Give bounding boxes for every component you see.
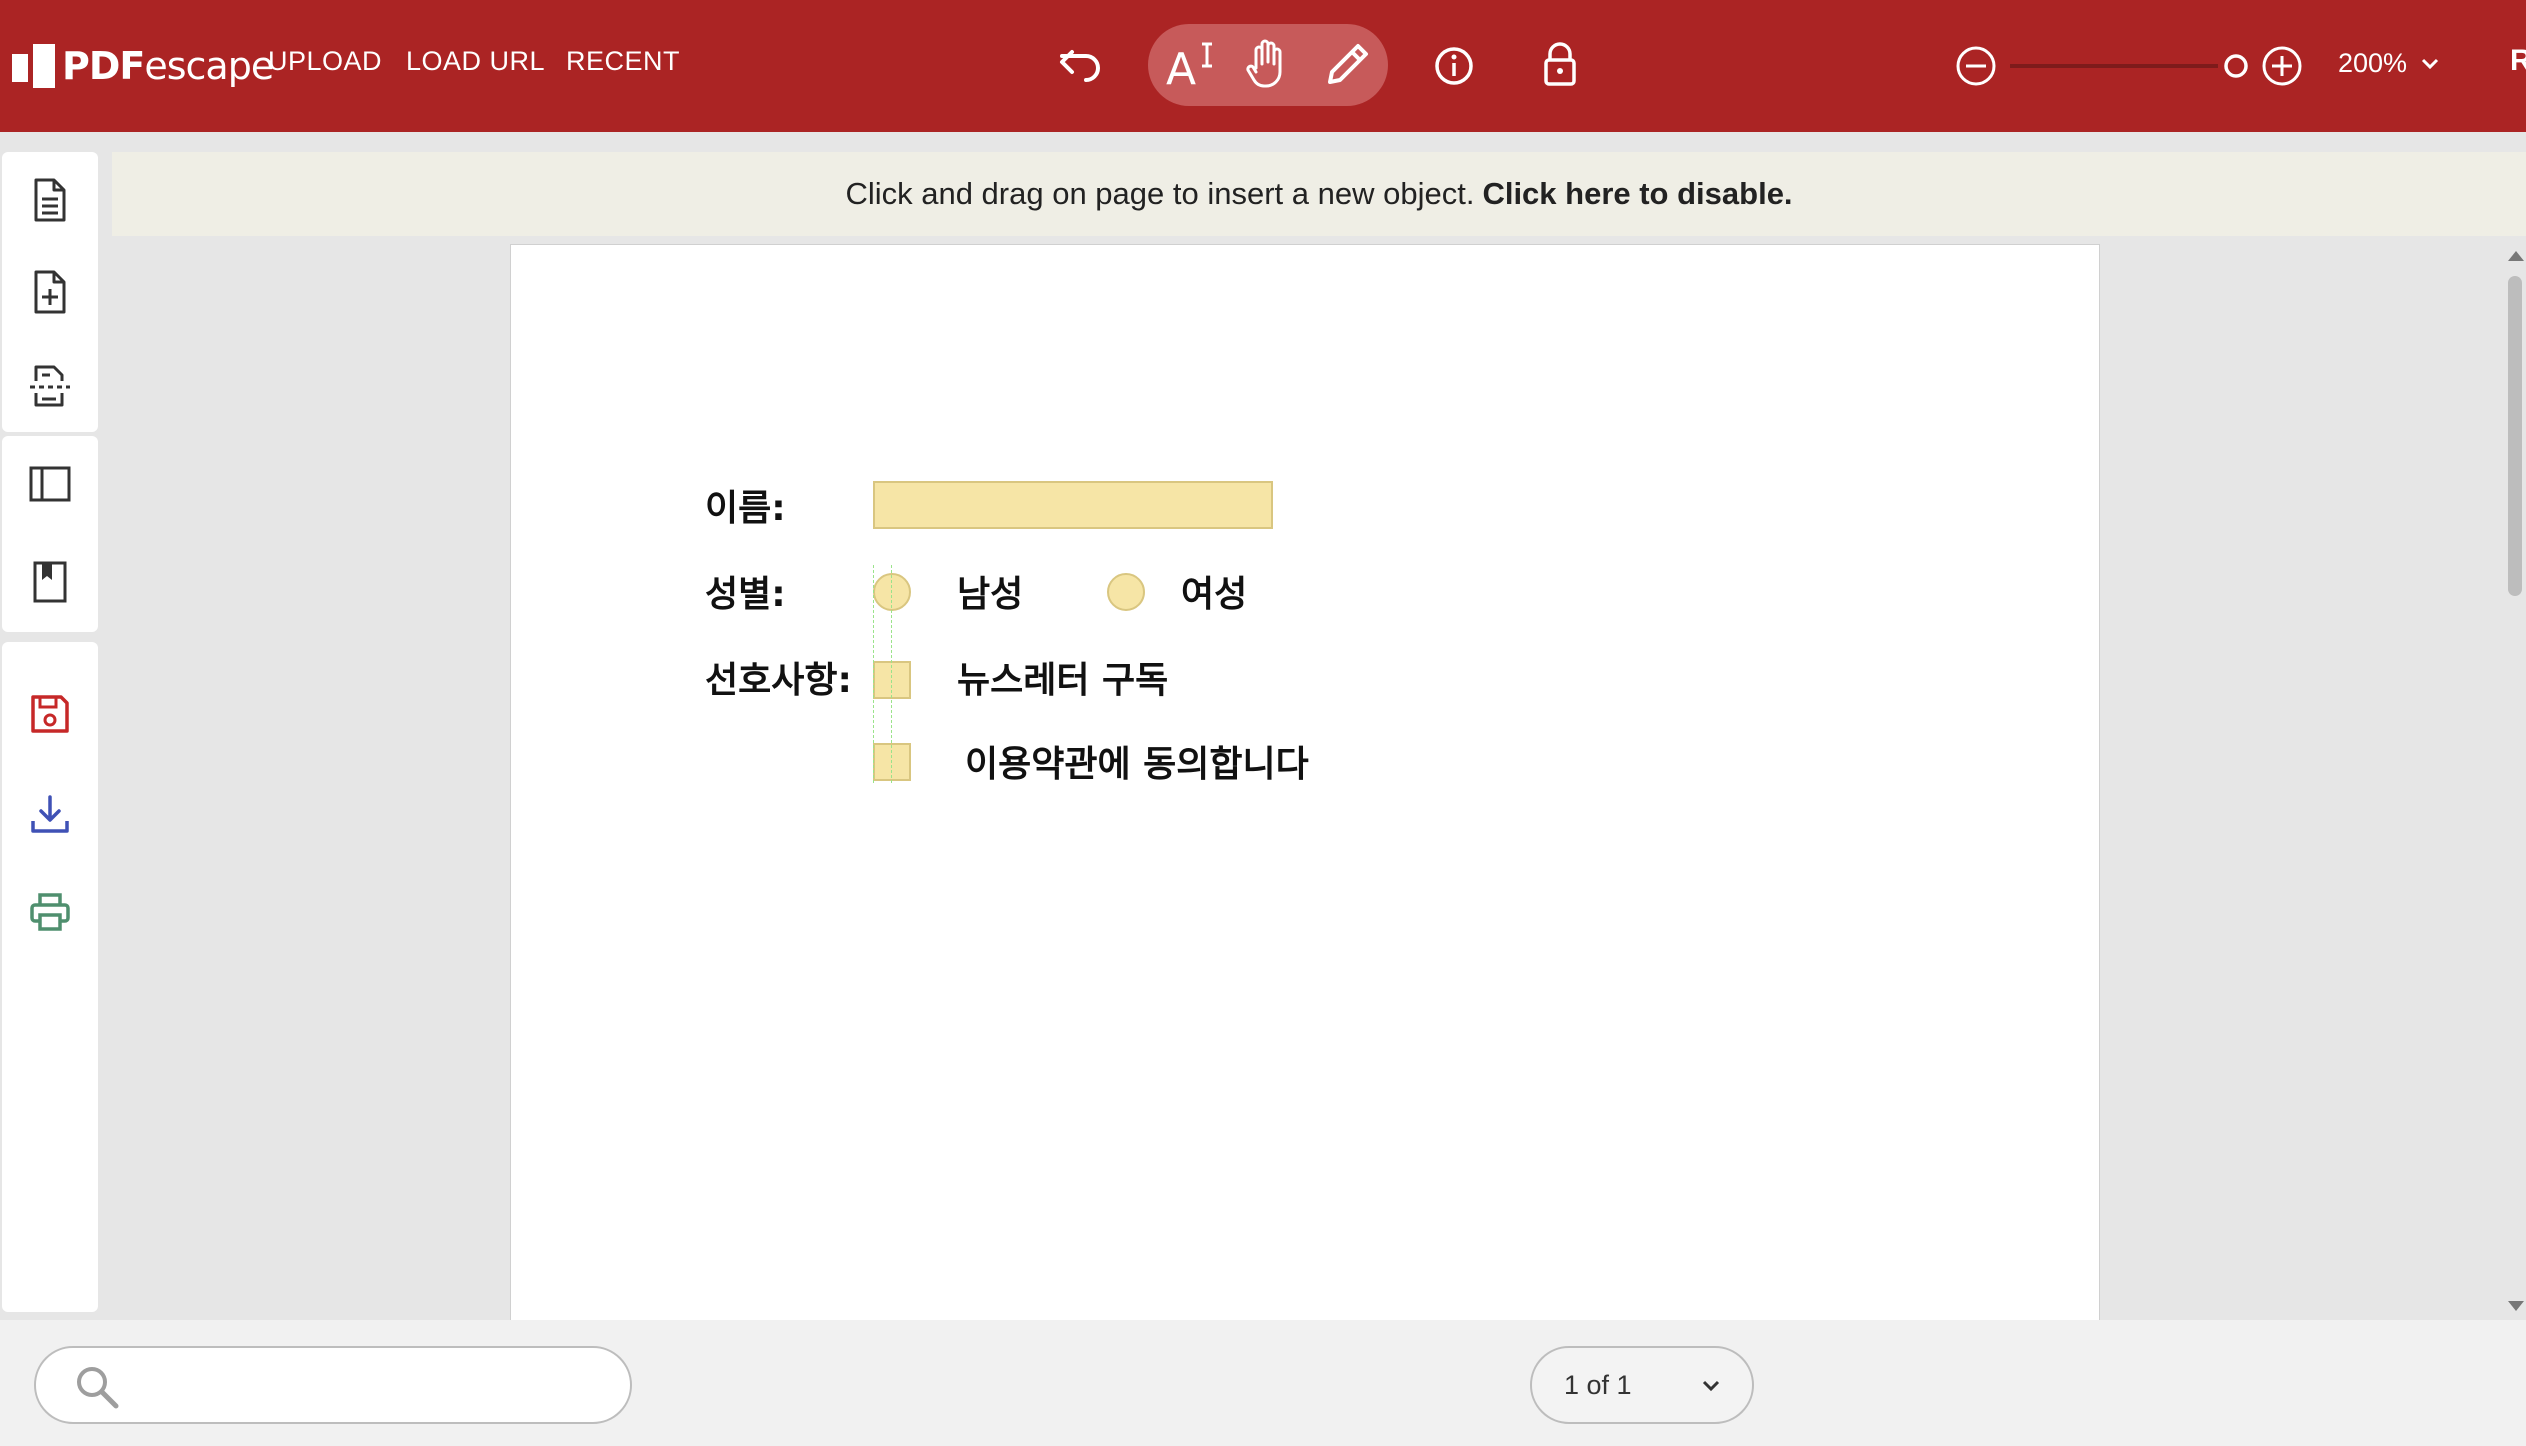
zoom-slider-handle[interactable] — [2222, 52, 2250, 80]
male-label: 남성 — [957, 574, 1024, 615]
zoom-in-icon[interactable] — [2260, 44, 2304, 88]
save-icon — [31, 695, 69, 733]
sidebar-item-download[interactable] — [2, 766, 98, 862]
sidebar-item-document[interactable] — [2, 152, 98, 248]
top-toolbar: PDFescape UPLOAD LOAD URL RECENT A 200% … — [0, 0, 2526, 132]
download-icon — [31, 795, 69, 833]
undo-icon[interactable] — [1058, 44, 1104, 88]
sidebar-item-thumbnails-panel[interactable] — [2, 436, 98, 532]
gender-label: 성별: — [705, 574, 786, 615]
search-input[interactable] — [136, 1362, 610, 1410]
toolbar-overflow-text[interactable]: R — [2510, 44, 2526, 78]
bookmark-icon — [33, 561, 67, 603]
terms-label: 이용약관에 동의합니다 — [965, 744, 1309, 785]
pencil-icon[interactable] — [1322, 38, 1374, 90]
sidebar-item-split-page[interactable] — [2, 338, 98, 434]
hand-tool-icon[interactable] — [1244, 38, 1292, 92]
alignment-guide — [891, 565, 892, 783]
chevron-down-icon — [2421, 58, 2438, 70]
nav-load-url[interactable]: LOAD URL — [406, 46, 545, 77]
page-indicator: 1 of 1 — [1564, 1370, 1632, 1400]
newsletter-label: 뉴스레터 구독 — [957, 660, 1169, 701]
add-page-icon — [34, 270, 66, 314]
search-icon — [77, 1367, 119, 1409]
nav-upload[interactable]: UPLOAD — [268, 46, 382, 77]
sidebar-item-save[interactable] — [2, 666, 98, 762]
logo-mark-icon — [12, 44, 55, 88]
chevron-down-icon — [1702, 1380, 1720, 1392]
terms-checkbox[interactable] — [873, 743, 911, 781]
pdfescape-logo[interactable]: PDFescape — [12, 36, 274, 96]
sidebar-group-pages — [2, 152, 98, 432]
search-box[interactable] — [34, 1346, 632, 1424]
page-selector[interactable]: 1 of 1 — [1530, 1346, 1754, 1424]
logo-text: PDFescape — [62, 44, 274, 88]
scroll-down-icon[interactable] — [2506, 1298, 2526, 1314]
zoom-out-icon[interactable] — [1954, 44, 1998, 88]
sidebar-item-print[interactable] — [2, 864, 98, 960]
sidebar-item-bookmarks[interactable] — [2, 534, 98, 630]
sidebar-group-actions — [2, 642, 98, 1312]
male-radio[interactable] — [873, 573, 911, 611]
newsletter-checkbox[interactable] — [873, 661, 911, 699]
preferences-label: 선호사항: — [705, 660, 852, 701]
print-icon — [30, 893, 70, 931]
notice-text: Click and drag on page to insert a new o… — [845, 176, 1475, 211]
disable-notice-link[interactable]: Click here to disable. — [1482, 176, 1792, 212]
zoom-level-value: 200% — [2338, 48, 2408, 78]
info-icon[interactable] — [1432, 44, 1476, 88]
scroll-up-icon[interactable] — [2506, 248, 2526, 264]
name-label: 이름: — [705, 488, 786, 529]
zoom-slider-track[interactable] — [2010, 64, 2218, 68]
split-page-icon — [30, 365, 70, 407]
document-icon — [34, 178, 66, 222]
panel-icon — [29, 466, 71, 502]
text-tool-icon[interactable]: A — [1164, 38, 1220, 92]
zoom-level-select[interactable]: 200% — [2338, 48, 2441, 79]
name-text-field[interactable] — [873, 481, 1273, 529]
lock-icon[interactable] — [1538, 40, 1582, 88]
nav-recent[interactable]: RECENT — [566, 46, 680, 77]
female-label: 여성 — [1181, 574, 1248, 615]
scrollbar-thumb[interactable] — [2508, 276, 2522, 596]
pdf-page[interactable]: 이름: 성별: 남성 여성 선호사항: 뉴스레터 구독 이용약관에 동의합니다 — [510, 244, 2100, 1326]
alignment-guide — [873, 565, 874, 783]
svg-text:A: A — [1166, 44, 1196, 92]
insert-object-notice: Click and drag on page to insert a new o… — [112, 152, 2526, 236]
sidebar-item-add-page[interactable] — [2, 244, 98, 340]
female-radio[interactable] — [1107, 573, 1145, 611]
sidebar-group-panels — [2, 436, 98, 632]
